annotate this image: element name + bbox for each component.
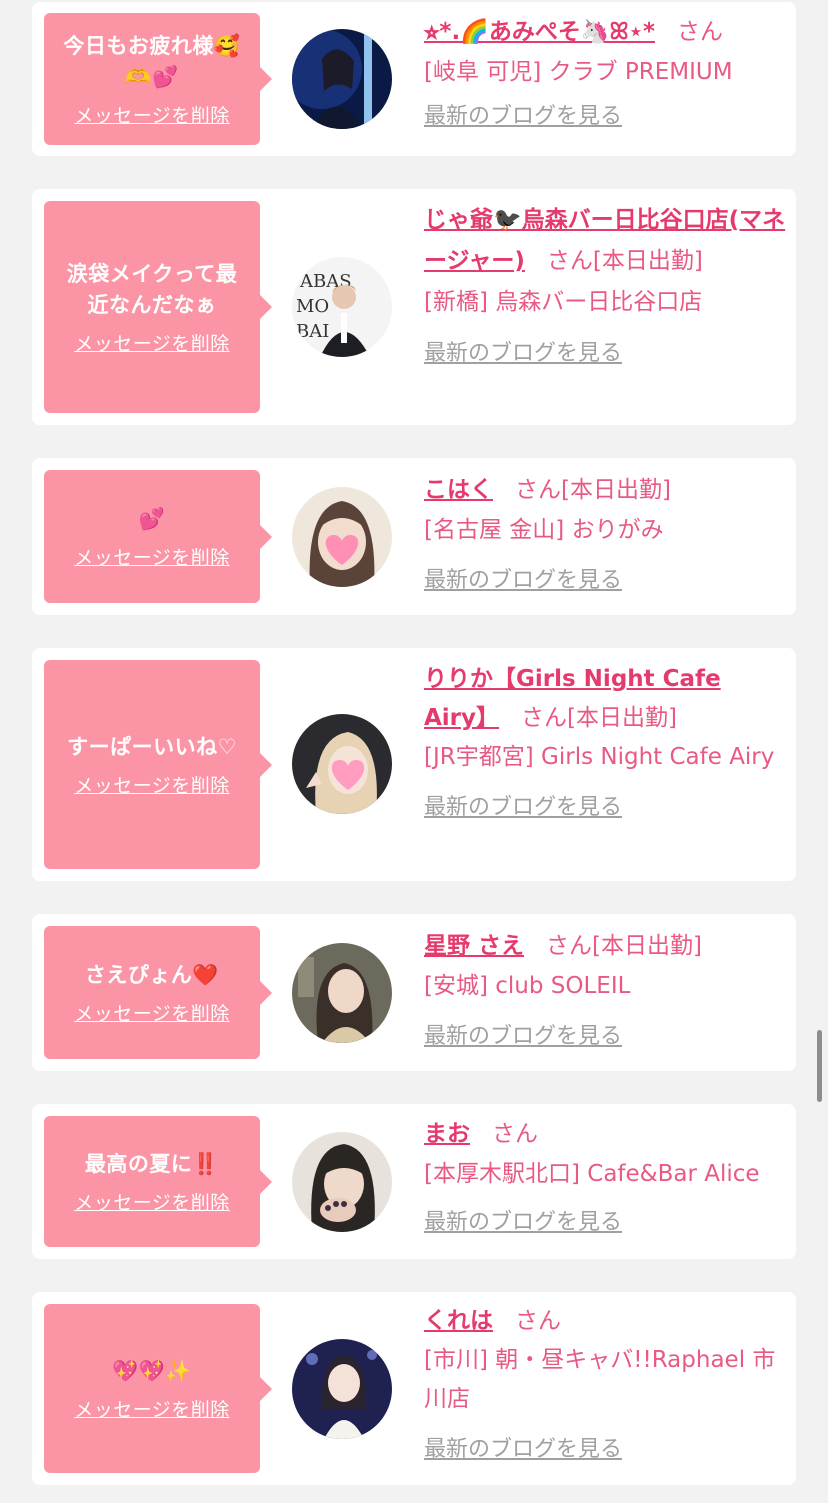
message-list: 今日もお疲れ様🥰 🫶💕 メッセージを削除 ⭐︎*.🌈あみぺそ🦄ꕤ⋆* さん [岐阜… bbox=[0, 0, 828, 1503]
shop-name: [本厚木駅北口] Cafe&Bar Alice bbox=[424, 1161, 760, 1187]
message-text: 今日もお疲れ様🥰 🫶💕 bbox=[63, 33, 241, 89]
cast-info: まお さん [本厚木駅北口] Cafe&Bar Alice 最新のブログを見る bbox=[424, 1114, 788, 1242]
honorific: さん bbox=[515, 477, 561, 503]
avatar-photo-icon bbox=[292, 487, 392, 587]
cast-info: こはく さん[本日出勤] [名古屋 金山] おりがみ 最新のブログを見る bbox=[424, 470, 788, 600]
cast-name-link[interactable]: こはく bbox=[424, 477, 493, 503]
honorific: さん bbox=[546, 933, 593, 959]
message-bubble: 今日もお疲れ様🥰 🫶💕 メッセージを削除 bbox=[44, 13, 272, 145]
shift-status: [本日出勤] bbox=[592, 933, 702, 959]
cast-info: くれは さん [市川] 朝・昼キャバ!!Raphael 市川店 最新のブログを見る bbox=[424, 1302, 788, 1469]
honorific: さん bbox=[677, 19, 724, 45]
svg-text:MO: MO bbox=[296, 296, 329, 317]
message-text: 最高の夏に‼️ bbox=[84, 1151, 220, 1176]
latest-blog-link[interactable]: 最新のブログを見る bbox=[424, 1020, 622, 1054]
delete-message-link[interactable]: メッセージを削除 bbox=[74, 543, 230, 570]
shop-name: [市川] 朝・昼キャバ!!Raphael 市川店 bbox=[424, 1347, 776, 1412]
avatar[interactable] bbox=[292, 1132, 392, 1232]
shift-status: [本日出勤] bbox=[567, 705, 677, 731]
message-bubble: 涙袋メイクって最 近なんだなぁ メッセージを削除 bbox=[44, 201, 272, 413]
shop-name: [岐阜 可児] クラブ PREMIUM bbox=[424, 59, 733, 85]
delete-message-link[interactable]: メッセージを削除 bbox=[74, 1188, 230, 1215]
delete-message-link[interactable]: メッセージを削除 bbox=[74, 771, 230, 798]
message-bubble: 💕 メッセージを削除 bbox=[44, 470, 272, 603]
list-item: 💖💖✨ メッセージを削除 くれは さん [市川] 朝・昼キャバ!!Raphael … bbox=[32, 1292, 796, 1485]
avatar[interactable] bbox=[292, 943, 392, 1043]
shop-name: [新橋] 烏森バー日比谷口店 bbox=[424, 289, 703, 315]
cast-name-link[interactable]: 星野 さえ bbox=[424, 933, 524, 959]
cast-info: ⭐︎*.🌈あみぺそ🦄ꕤ⋆* さん [岐阜 可児] クラブ PREMIUM 最新のブ… bbox=[424, 12, 788, 136]
svg-text:BAI: BAI bbox=[296, 321, 329, 342]
cast-info: りりか【Girls Night Cafe Airy】 さん[本日出勤] [JR宇都… bbox=[424, 660, 788, 827]
avatar-photo-icon bbox=[292, 1339, 392, 1439]
shop-name: [JR宇都宮] Girls Night Cafe Airy bbox=[424, 744, 775, 770]
avatar[interactable] bbox=[292, 714, 392, 814]
latest-blog-link[interactable]: 最新のブログを見る bbox=[424, 1206, 622, 1240]
cast-name-link[interactable]: くれは bbox=[424, 1308, 493, 1334]
avatar[interactable]: ABAS MO BAI bbox=[292, 257, 392, 357]
delete-message-link[interactable]: メッセージを削除 bbox=[74, 329, 230, 356]
message-text: 涙袋メイクって最 近なんだなぁ bbox=[66, 261, 238, 317]
shift-status: [本日出勤] bbox=[592, 248, 703, 274]
latest-blog-link[interactable]: 最新のブログを見る bbox=[424, 100, 622, 134]
avatar-photo-icon: ABAS MO BAI bbox=[292, 257, 392, 357]
list-item: 今日もお疲れ様🥰 🫶💕 メッセージを削除 ⭐︎*.🌈あみぺそ🦄ꕤ⋆* さん [岐阜… bbox=[32, 2, 796, 156]
cast-info: 星野 さえ さん[本日出勤] [安城] club SOLEIL 最新のブログを見る bbox=[424, 926, 788, 1056]
honorific: さん bbox=[546, 248, 593, 274]
latest-blog-link[interactable]: 最新のブログを見る bbox=[424, 337, 622, 371]
delete-message-link[interactable]: メッセージを削除 bbox=[74, 101, 230, 128]
shop-name: [名古屋 金山] おりがみ bbox=[424, 517, 664, 543]
scrollbar[interactable] bbox=[817, 1030, 822, 1102]
delete-message-link[interactable]: メッセージを削除 bbox=[74, 999, 230, 1026]
message-bubble: 最高の夏に‼️ メッセージを削除 bbox=[44, 1116, 272, 1247]
avatar-photo-icon bbox=[292, 943, 392, 1043]
cast-name-link[interactable]: ⭐︎*.🌈あみぺそ🦄ꕤ⋆* bbox=[424, 19, 655, 45]
latest-blog-link[interactable]: 最新のブログを見る bbox=[424, 1433, 622, 1467]
avatar[interactable] bbox=[292, 1339, 392, 1439]
avatar-photo-icon bbox=[292, 1132, 392, 1232]
cast-info: じゃ爺🐦‍⬛烏森バー日比谷口店(マネージャー) さん[本日出勤] [新橋] 烏森バ… bbox=[424, 200, 788, 374]
honorific: さん bbox=[492, 1121, 538, 1147]
shop-name: [安城] club SOLEIL bbox=[424, 973, 631, 999]
message-bubble: さえぴょん❤️ メッセージを削除 bbox=[44, 926, 272, 1059]
latest-blog-link[interactable]: 最新のブログを見る bbox=[424, 564, 622, 598]
list-item: 最高の夏に‼️ メッセージを削除 まお さん [本厚木駅北口] Cafe&Bar … bbox=[32, 1104, 796, 1259]
avatar-photo-icon bbox=[292, 29, 392, 129]
avatar[interactable] bbox=[292, 29, 392, 129]
cast-name-link[interactable]: まお bbox=[424, 1121, 470, 1147]
honorific: さん bbox=[521, 705, 568, 731]
message-text: すーぱーいいね♡ bbox=[67, 734, 237, 759]
message-bubble: 💖💖✨ メッセージを削除 bbox=[44, 1304, 272, 1473]
message-text: さえぴょん❤️ bbox=[84, 962, 220, 987]
shift-status: [本日出勤] bbox=[561, 477, 671, 503]
avatar[interactable] bbox=[292, 487, 392, 587]
delete-message-link[interactable]: メッセージを削除 bbox=[74, 1395, 230, 1422]
message-text: 💖💖✨ bbox=[112, 1358, 192, 1383]
list-item: すーぱーいいね♡ メッセージを削除 りりか【Girls Night Cafe A… bbox=[32, 648, 796, 881]
message-text: 💕 bbox=[138, 506, 166, 531]
list-item: 涙袋メイクって最 近なんだなぁ メッセージを削除 ABAS MO BAI じゃ爺… bbox=[32, 189, 796, 425]
honorific: さん bbox=[515, 1308, 561, 1334]
list-item: さえぴょん❤️ メッセージを削除 星野 さえ さん[本日出勤] [安城] club… bbox=[32, 914, 796, 1071]
avatar-photo-icon bbox=[292, 714, 392, 814]
list-item: 💕 メッセージを削除 こはく さん[本日出勤] [名古屋 金山] おりがみ 最新の… bbox=[32, 458, 796, 615]
message-bubble: すーぱーいいね♡ メッセージを削除 bbox=[44, 660, 272, 869]
latest-blog-link[interactable]: 最新のブログを見る bbox=[424, 791, 622, 825]
